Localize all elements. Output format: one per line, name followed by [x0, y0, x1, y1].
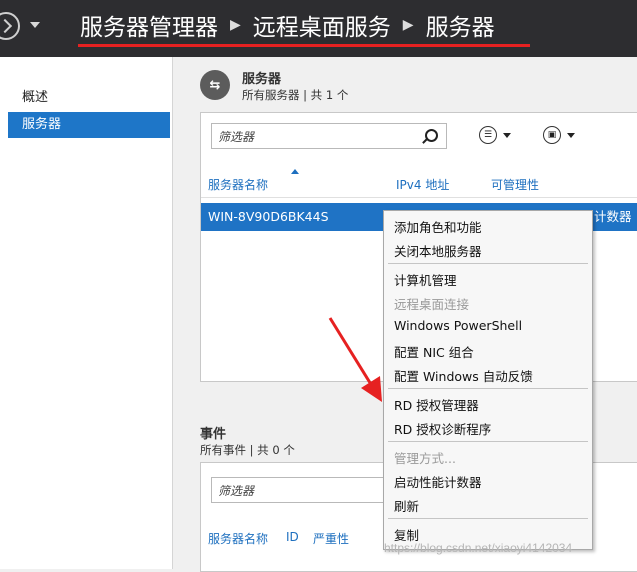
annotation-arrow-icon	[328, 317, 382, 402]
watermark-text: https://blog.csdn.net/xiaoyi4142034	[384, 541, 573, 555]
